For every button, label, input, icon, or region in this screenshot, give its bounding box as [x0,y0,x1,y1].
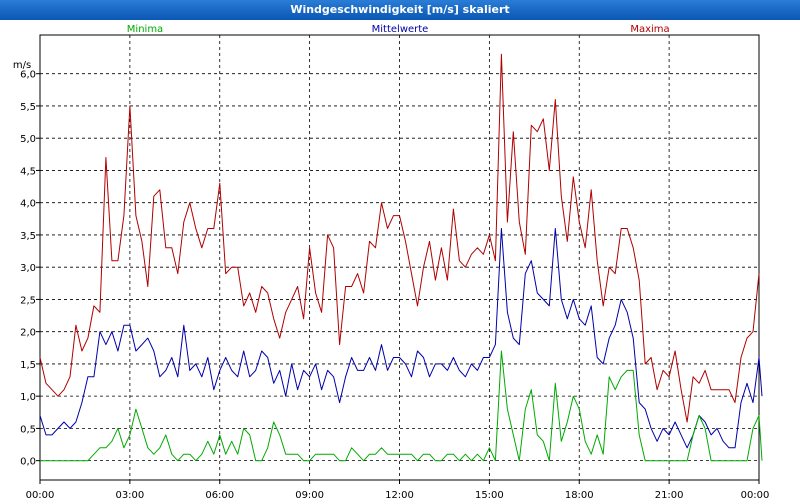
x-tick-time-label: 21:00 [655,490,684,500]
chart-area: 0,0 0,5 1,0 1,5 2,0 2,5 3,0 3,5 4,0 4,5 5,0 5,5 6,0 m… [0,20,800,501]
y-tick-label: 1,5 [20,360,36,371]
y-tick-label: 2,0 [20,328,36,339]
y-tick-label: 0,0 [20,457,36,468]
legend-entry-maxima: Maxima [630,24,669,35]
wind-speed-chart: 0,0 0,5 1,0 1,5 2,0 2,5 3,0 3,5 4,0 4,5 5,0 5,5 6,0m… [13,24,770,501]
x-tick-time-label: 15:00 [475,490,504,500]
x-tick-time-label: 00:00 [26,490,55,500]
y-tick-label: 6,0 [20,70,36,81]
y-tick-label: 4,5 [20,166,36,177]
x-tick-time-label: 09:00 [295,490,324,500]
y-tick-label: 0,5 [20,424,36,435]
y-tick-label: 4,0 [20,199,36,210]
y-tick-label: 5,5 [20,102,36,113]
y-axis-label: m/s [13,60,31,71]
y-tick-label: 3,5 [20,231,36,242]
legend-entry-minima: Minima [127,24,163,35]
x-tick-time-label: 18:00 [565,490,594,500]
y-tick-label: 2,5 [20,295,36,306]
legend: Maxima Mittelwerte Minima [127,24,670,35]
chart-title: Windgeschwindigkeit [m/s] skaliert [0,0,800,20]
x-tick-time-label: 03:00 [115,490,144,500]
legend-entry-mittelwerte: Mittelwerte [372,24,429,35]
x-tick-time-label: 00:00 [741,490,770,500]
x-tick-time-label: 12:00 [385,490,414,500]
y-tick-label: 1,0 [20,392,36,403]
x-tick-time-label: 06:00 [205,490,234,500]
y-tick-label: 5,0 [20,134,36,145]
y-tick-label: 3,0 [20,263,36,274]
